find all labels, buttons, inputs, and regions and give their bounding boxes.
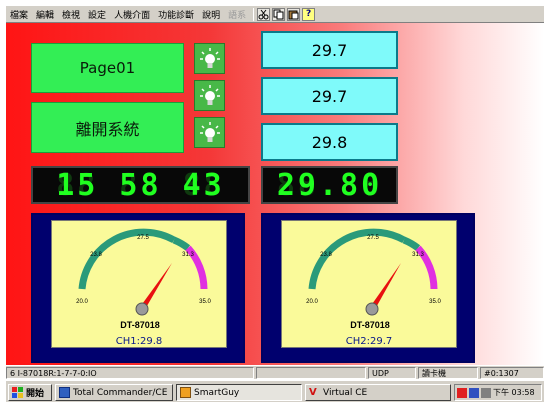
copy-icon[interactable] xyxy=(272,7,286,21)
status-code: #0:1307 xyxy=(480,367,544,379)
tray-speaker-icon[interactable] xyxy=(481,387,491,398)
gauge-hub xyxy=(135,302,149,316)
clock-value: 15 58 43 xyxy=(56,167,225,203)
light-bulb-icon xyxy=(199,84,220,105)
gauge-tick-label: 27.5 xyxy=(367,235,379,241)
start-label: 開始 xyxy=(26,389,45,399)
gauge-tick-label: 27.5 xyxy=(137,235,149,241)
status-device: 6 I-87018R:1-7-7-0:IO xyxy=(6,367,254,379)
menu-separator xyxy=(253,7,255,21)
gauge-dial: 20.0 23.8 27.5 31.3 35.0 DT-87018 xyxy=(76,228,211,330)
value-display-1: 29.7 xyxy=(261,31,398,69)
task-smartguy[interactable]: SmartGuy xyxy=(176,384,302,401)
gauge-arc-high xyxy=(172,236,191,251)
page01-button[interactable]: Page01 xyxy=(31,43,184,93)
tray-app-icon[interactable] xyxy=(457,387,467,398)
status-bar: 6 I-87018R:1-7-7-0:IO UDP 讀卡機 #0:1307 xyxy=(6,365,544,379)
temperature-value: 29.80 xyxy=(276,167,383,203)
menu-hmi[interactable]: 人機介面 xyxy=(110,8,154,21)
gauge-face: 20.0 23.8 27.5 31.3 35.0 DT-87018 CH1:29… xyxy=(51,220,227,348)
screen: 檔案 編輯 檢視 設定 人機介面 功能診斷 說明 語系 ? Page01 離開系… xyxy=(0,0,550,412)
value-display-3: 29.8 xyxy=(261,123,398,161)
menu-file[interactable]: 檔案 xyxy=(6,8,32,21)
menu-language: 語系 xyxy=(228,10,247,21)
gauge-tick-label: 31.3 xyxy=(412,252,424,258)
gauge-channel-label: CH1:29.8 xyxy=(115,336,163,347)
status-protocol: UDP xyxy=(368,367,416,379)
status-empty xyxy=(256,367,366,379)
hmi-panel: Page01 離開系統 29.7 29.7 29.8 88 88 88 15 5… xyxy=(6,23,544,365)
gauge-hub xyxy=(365,302,379,316)
light-bulb-icon xyxy=(199,121,220,142)
menu-diagnostics[interactable]: 功能診斷 xyxy=(154,8,198,21)
virtual-ce-icon: V xyxy=(309,387,317,398)
exit-system-button[interactable]: 離開系統 xyxy=(31,102,184,153)
gauge-model-label: DT-87018 xyxy=(350,320,390,330)
task-label: Virtual CE xyxy=(323,387,368,398)
total-commander-icon xyxy=(59,387,70,398)
start-button[interactable]: 開始 xyxy=(8,384,52,401)
task-virtual-ce[interactable]: V Virtual CE xyxy=(305,384,451,401)
value-display-2: 29.7 xyxy=(261,77,398,115)
gauge-channel-label: CH2:29.7 xyxy=(345,336,393,347)
cut-icon[interactable] xyxy=(257,7,271,21)
lamp-1[interactable] xyxy=(194,43,225,74)
menu-help[interactable]: 說明 xyxy=(198,8,224,21)
gauge-ch2: 20.0 23.8 27.5 31.3 35.0 DT-87018 CH2:29… xyxy=(261,213,475,363)
temperature-led-display: 88.88 29.80 xyxy=(261,166,398,204)
lamp-2[interactable] xyxy=(194,80,225,111)
gauge-dial: 20.0 23.8 27.5 31.3 35.0 DT-87018 xyxy=(306,228,441,330)
system-tray: 下午 03:58 xyxy=(454,384,542,401)
tray-clock[interactable]: 下午 03:58 xyxy=(493,387,535,398)
tray-network-icon[interactable] xyxy=(469,387,479,398)
help-icon[interactable]: ? xyxy=(302,7,316,21)
gauge-model-label: DT-87018 xyxy=(120,320,160,330)
gauge-tick-label: 23.8 xyxy=(320,252,332,258)
lamp-3[interactable] xyxy=(194,117,225,148)
task-total-commander[interactable]: Total Commander/CE xyxy=(55,384,173,401)
task-label: Total Commander/CE xyxy=(73,387,168,398)
smartguy-icon xyxy=(180,387,191,398)
menu-view[interactable]: 檢視 xyxy=(58,8,84,21)
gauge-arc-high xyxy=(402,236,421,251)
menu-bar: 檔案 編輯 檢視 設定 人機介面 功能診斷 說明 語系 ? xyxy=(6,6,544,23)
gauge-tick-label: 23.8 xyxy=(90,252,102,258)
status-user: 讀卡機 xyxy=(418,367,478,379)
menu-edit[interactable]: 編輯 xyxy=(32,8,58,21)
gauge-tick-label: 35.0 xyxy=(429,299,441,305)
gauge-tick-label: 20.0 xyxy=(306,299,318,305)
taskbar: 開始 Total Commander/CE SmartGuy V Virtual… xyxy=(6,380,544,402)
menu-settings[interactable]: 設定 xyxy=(84,8,110,21)
gauge-ch1: 20.0 23.8 27.5 31.3 35.0 DT-87018 CH1:29… xyxy=(31,213,245,363)
windows-logo-icon xyxy=(12,387,23,398)
paste-icon[interactable] xyxy=(287,7,301,21)
gauge-tick-label: 35.0 xyxy=(199,299,211,305)
task-label: SmartGuy xyxy=(194,387,240,398)
gauge-face: 20.0 23.8 27.5 31.3 35.0 DT-87018 CH2:29… xyxy=(281,220,457,348)
gauge-tick-label: 31.3 xyxy=(182,252,194,258)
gauge-tick-label: 20.0 xyxy=(76,299,88,305)
light-bulb-icon xyxy=(199,47,220,68)
clock-display: 88 88 88 15 58 43 xyxy=(31,166,250,204)
